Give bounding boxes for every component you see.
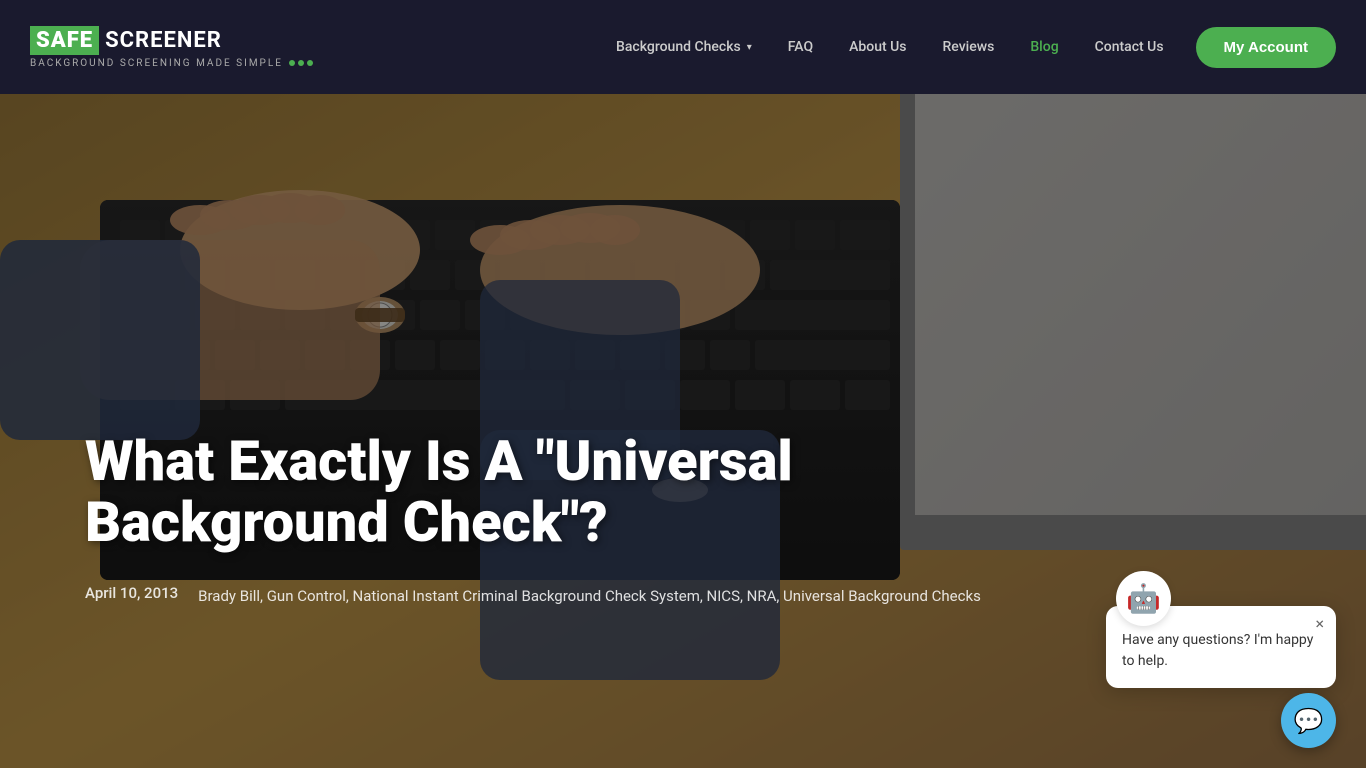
my-account-button[interactable]: My Account (1196, 27, 1336, 68)
site-header: SAFE SCREENER BACKGROUND SCREENING MADE … (0, 0, 1366, 94)
chat-message-text: Have any questions? I'm happy to help. (1122, 630, 1320, 672)
hero-content: What Exactly Is A "Universal Background … (85, 431, 985, 608)
nav-contact-us[interactable]: Contact Us (1081, 31, 1178, 63)
logo-screener: SCREENER (105, 28, 222, 53)
logo[interactable]: SAFE SCREENER BACKGROUND SCREENING MADE … (30, 26, 313, 69)
nav-reviews[interactable]: Reviews (929, 31, 1009, 63)
chat-avatar: 🤖 (1116, 571, 1171, 626)
logo-dots (289, 60, 313, 66)
hero-tags: Brady Bill, Gun Control, National Instan… (198, 584, 981, 608)
chat-close-button[interactable]: × (1315, 616, 1324, 632)
logo-tagline-text: BACKGROUND SCREENING MADE SIMPLE (30, 58, 283, 69)
hero-title: What Exactly Is A "Universal Background … (85, 431, 985, 554)
nav-faq[interactable]: FAQ (774, 31, 827, 63)
chat-button-icon: 💬 (1294, 707, 1324, 735)
hero-date: April 10, 2013 (85, 584, 178, 602)
chat-widget: 🤖 × Have any questions? I'm happy to hel… (1106, 606, 1336, 688)
nav-background-checks[interactable]: Background Checks ▾ (602, 31, 766, 63)
logo-safe: SAFE (30, 26, 99, 55)
dropdown-icon: ▾ (747, 42, 752, 53)
main-nav: Background Checks ▾ FAQ About Us Reviews… (602, 27, 1336, 68)
chat-open-button[interactable]: 💬 (1281, 693, 1336, 748)
bot-icon: 🤖 (1126, 582, 1161, 615)
hero-meta: April 10, 2013 Brady Bill, Gun Control, … (85, 584, 985, 608)
nav-blog[interactable]: Blog (1016, 31, 1072, 63)
nav-about-us[interactable]: About Us (835, 31, 920, 63)
